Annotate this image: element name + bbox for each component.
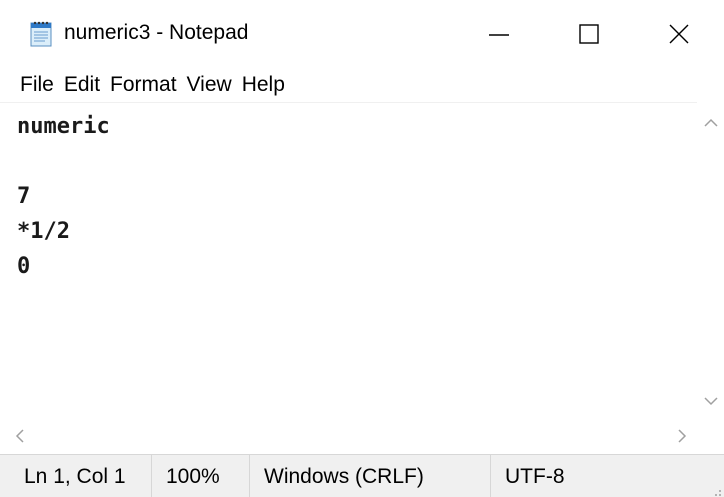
scroll-down-button[interactable]: [697, 386, 724, 416]
scroll-left-button[interactable]: [6, 421, 33, 451]
resize-grip-icon[interactable]: [710, 484, 722, 496]
text-editor[interactable]: numeric 7 *1/2 0: [0, 102, 697, 419]
menu-bar: File Edit Format View Help: [0, 68, 724, 102]
menu-help[interactable]: Help: [237, 69, 290, 101]
chevron-up-icon: [703, 118, 718, 127]
scrollbar-corner: [697, 418, 724, 454]
chevron-left-icon: [15, 429, 24, 443]
status-line-ending: Windows (CRLF): [250, 455, 491, 497]
notepad-icon[interactable]: [27, 20, 55, 48]
vertical-scrollbar[interactable]: [697, 102, 724, 418]
title-bar[interactable]: numeric3 - Notepad: [0, 0, 724, 68]
menu-edit[interactable]: Edit: [59, 69, 105, 101]
status-bar: Ln 1, Col 1 100% Windows (CRLF) UTF-8: [0, 454, 724, 497]
chevron-down-icon: [703, 397, 718, 406]
status-cursor-position: Ln 1, Col 1: [0, 455, 152, 497]
notepad-window: numeric3 - Notepad File Edit Format View…: [0, 0, 724, 497]
window-title: numeric3 - Notepad: [64, 21, 249, 44]
close-icon: [669, 24, 689, 44]
close-button[interactable]: [634, 0, 724, 68]
horizontal-scrollbar[interactable]: [0, 418, 697, 454]
chevron-right-icon: [677, 429, 686, 443]
status-zoom: 100%: [152, 455, 250, 497]
menu-format[interactable]: Format: [105, 69, 182, 101]
minimize-icon: [489, 34, 509, 36]
menu-view[interactable]: View: [182, 69, 237, 101]
minimize-button[interactable]: [454, 0, 544, 68]
status-encoding: UTF-8: [505, 464, 565, 488]
scroll-right-button[interactable]: [668, 421, 695, 451]
menu-file[interactable]: File: [0, 69, 59, 101]
scroll-up-button[interactable]: [697, 108, 724, 138]
editor-content[interactable]: numeric 7 *1/2 0: [0, 103, 697, 284]
maximize-button[interactable]: [544, 0, 634, 68]
maximize-icon: [579, 24, 599, 44]
